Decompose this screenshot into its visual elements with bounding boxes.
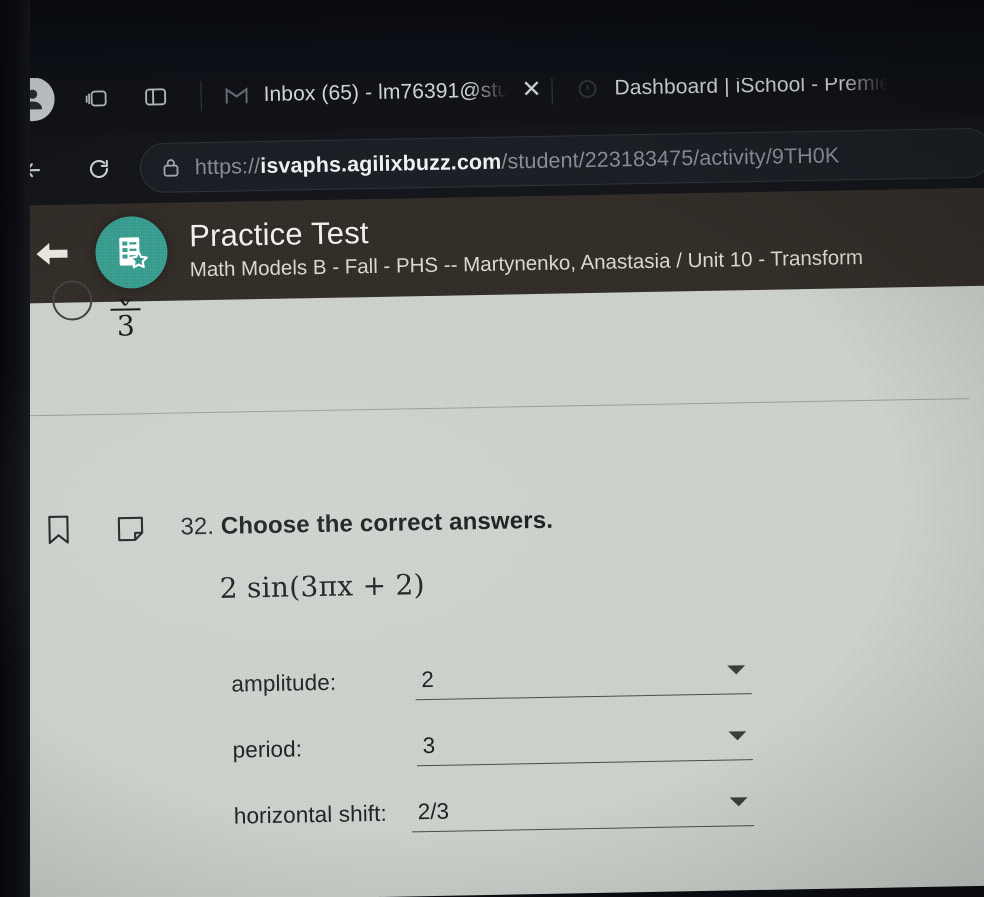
select-period[interactable]: 3	[416, 720, 753, 767]
label-amplitude: amplitude:	[231, 669, 337, 697]
tab-divider	[551, 74, 553, 105]
tab-title-dashboard: Dashboard | iSchool - Premier H	[614, 71, 887, 100]
field-row-amplitude: amplitude: 2	[231, 628, 752, 704]
question-expression: 2 sin(3πx + 2)	[219, 568, 426, 605]
address-bar-url: https://isvaphs.agilixbuzz.com/student/2…	[195, 143, 840, 180]
url-host: isvaphs.agilixbuzz.com	[260, 149, 502, 178]
question-number: 32.	[180, 512, 215, 541]
ischool-icon	[574, 76, 600, 102]
browser-tab-dashboard[interactable]: Dashboard | iSchool - Premier H	[568, 57, 893, 115]
tab-close-button[interactable]: ✕	[521, 76, 542, 103]
label-period: period:	[232, 736, 303, 763]
address-bar[interactable]: https://isvaphs.agilixbuzz.com/student/2…	[139, 127, 984, 194]
question-divider	[29, 398, 970, 417]
person-icon	[23, 89, 43, 110]
chevron-down-icon	[727, 665, 746, 675]
fraction-denominator: 3	[116, 309, 136, 343]
fraction-numerator: x	[117, 289, 134, 306]
app-header: Practice Test Math Models B - Fall - PHS…	[0, 187, 984, 304]
select-period-value: 3	[422, 732, 436, 758]
browser-chrome: Inbox (65) - lm76391@students.is ✕ Dashb…	[0, 45, 984, 206]
select-horizontal-shift[interactable]: 2/3	[411, 786, 755, 833]
field-row-period: period: 3	[232, 694, 753, 770]
monitor-screen: Inbox (65) - lm76391@students.is ✕ Dashb…	[0, 45, 984, 897]
toolbar-divider	[200, 81, 202, 112]
practice-test-logo-icon	[94, 215, 169, 290]
lock-icon	[161, 156, 181, 178]
field-row-horizontal-shift: horizontal shift: 2/3	[233, 760, 755, 836]
select-amplitude-value: 2	[421, 666, 435, 692]
question-header-row: 32. Choose the correct answers.	[36, 499, 553, 552]
split-screen-icon[interactable]	[136, 78, 175, 117]
url-scheme: https://	[194, 153, 261, 179]
chevron-down-icon	[728, 731, 747, 741]
bookmark-icon[interactable]	[36, 507, 81, 552]
select-horizontal-shift-value: 2/3	[417, 798, 450, 824]
tab-title-inbox: Inbox (65) - lm76391@students.is	[263, 78, 508, 106]
note-icon[interactable]	[108, 506, 153, 551]
chevron-down-icon	[729, 797, 748, 807]
reload-icon[interactable]	[76, 146, 123, 193]
app-header-titles: Practice Test Math Models B - Fall - PHS…	[189, 207, 863, 284]
select-amplitude[interactable]: 2	[414, 654, 752, 701]
browser-tab-inbox[interactable]: Inbox (65) - lm76391@students.is ✕	[217, 64, 548, 122]
answer-fields: amplitude: 2 period: 3 horizontal shift:	[231, 628, 755, 835]
back-arrow-icon[interactable]	[12, 147, 59, 194]
monitor-photo: Inbox (65) - lm76391@students.is ✕ Dashb…	[0, 0, 984, 897]
question-prompt: Choose the correct answers.	[220, 506, 554, 540]
user-avatar[interactable]	[10, 76, 56, 122]
tab-groups-icon[interactable]	[76, 79, 115, 118]
gmail-icon	[223, 82, 249, 108]
app-back-button[interactable]	[29, 231, 74, 276]
label-horizontal-shift: horizontal shift:	[233, 800, 388, 829]
url-path: /student/223183475/activity/9TH0K	[501, 142, 840, 174]
partial-fraction-above: x 3	[110, 289, 141, 343]
previous-question-radio[interactable]	[51, 280, 93, 321]
activity-content: x 3 32. Choose the correct answers. 2 si…	[0, 280, 984, 897]
